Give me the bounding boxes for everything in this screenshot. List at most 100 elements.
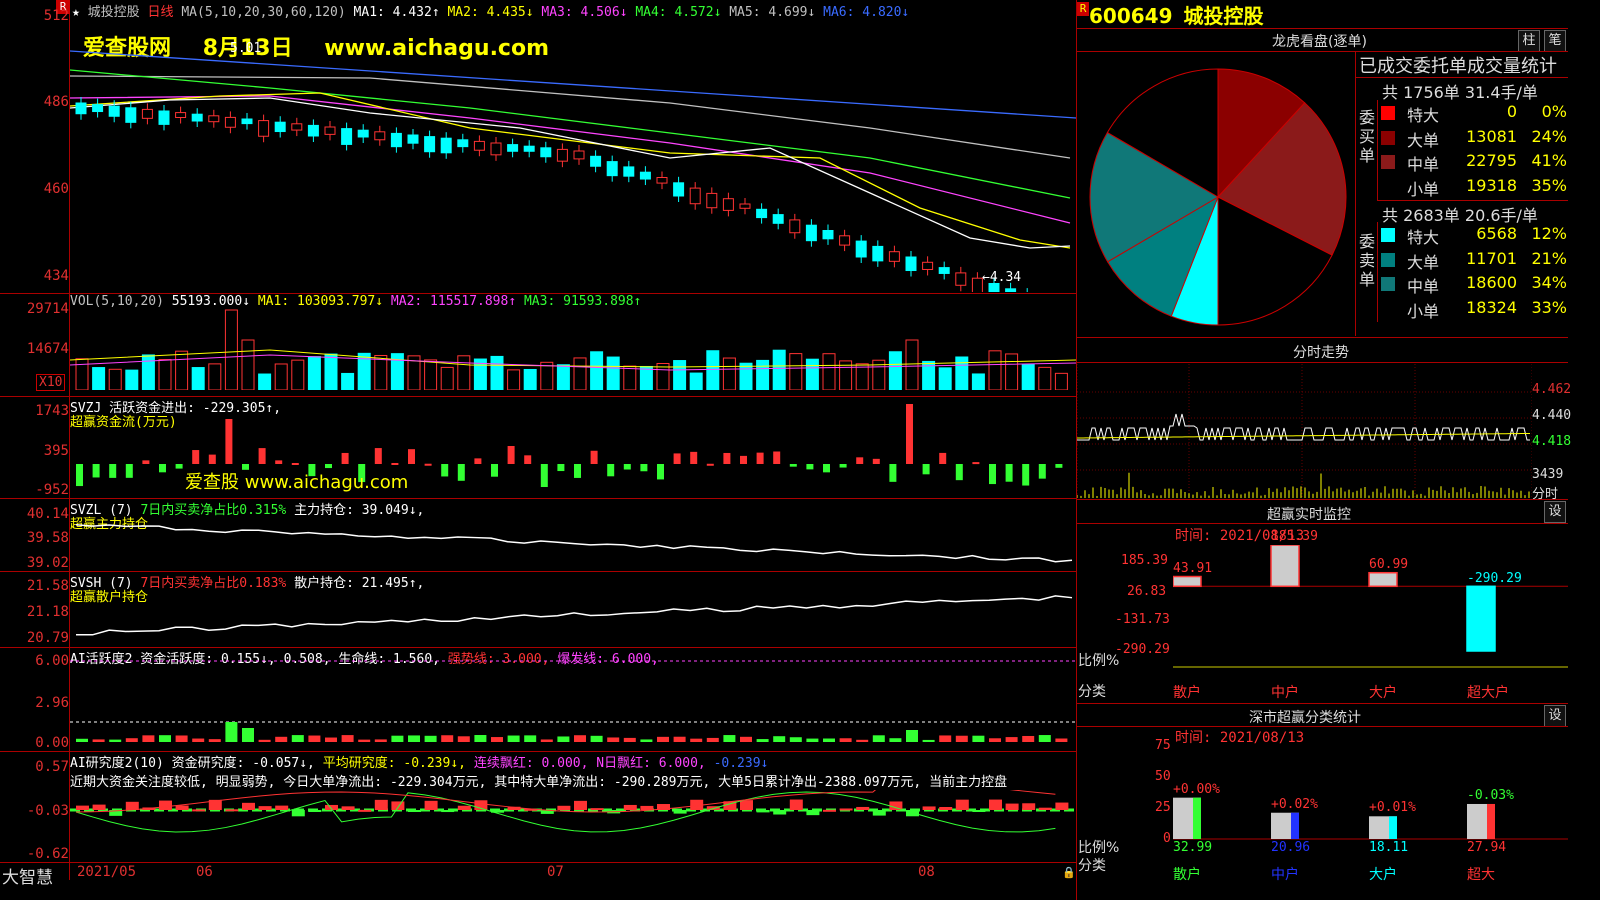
monitor-bar-value: 60.99 — [1369, 556, 1409, 572]
volume-bar — [988, 350, 1002, 390]
ai-research-bar — [955, 799, 969, 810]
shenshi-axis-4: 0 — [1163, 831, 1171, 846]
svzl-axis-1: 40.14 — [26, 506, 69, 522]
svzj-bar — [823, 464, 830, 473]
fenshi-chart[interactable] — [1077, 364, 1532, 498]
svzj-bar — [574, 464, 581, 478]
ai-active-bar — [856, 739, 869, 742]
volume-bar — [573, 357, 587, 390]
price-chart[interactable] — [70, 18, 1076, 292]
buy-row-volume: 19318 — [1466, 175, 1517, 195]
price-axis-4: 434 — [43, 268, 69, 284]
svsh-chart[interactable] — [70, 573, 1076, 645]
candle-body — [407, 134, 419, 144]
volume-chart[interactable] — [70, 305, 1076, 390]
vol-axis-1: 29714 — [26, 301, 69, 317]
ai-research-bar — [972, 810, 986, 812]
candle-body — [855, 240, 867, 258]
volume-bar — [1021, 363, 1035, 390]
shenshi-bar-label: 超大 — [1467, 867, 1495, 883]
volume-bar — [457, 355, 471, 390]
svsh-axis-2: 21.18 — [26, 604, 69, 620]
ma-line-1 — [70, 50, 1076, 119]
ai-active-bar — [125, 738, 138, 742]
volume-bar — [639, 365, 653, 390]
candle-body — [274, 121, 286, 133]
candle-body — [75, 102, 87, 115]
ai-research-axis-2: -0.03 — [26, 803, 69, 819]
candle-body — [639, 171, 651, 180]
date-tick-2: 06 — [196, 864, 213, 880]
ai-active-bar — [391, 735, 404, 742]
volume-bar — [307, 356, 321, 390]
ai-active-bar — [1055, 738, 1068, 742]
monitor-bar — [1270, 545, 1300, 588]
volume-bar — [673, 360, 687, 390]
svzj-bar — [740, 455, 747, 464]
monitor-bar-label: 中户 — [1271, 685, 1299, 701]
ai-active-bar — [258, 739, 271, 742]
ai-active-bar — [607, 737, 620, 742]
sell-row-percent: 21% — [1531, 248, 1567, 268]
ai-research-chart[interactable] — [70, 790, 1076, 862]
volume-bar — [424, 359, 438, 390]
shenshi-bar-label: 大户 — [1369, 867, 1397, 883]
ai-active-bar — [789, 737, 802, 742]
buy-summary: 共 1756单 31.4手/单 — [1382, 83, 1538, 102]
ai-active-bar — [524, 735, 537, 742]
volume-bar — [789, 353, 803, 390]
candle-body — [656, 177, 668, 184]
ai-active-chart[interactable] — [70, 650, 1076, 750]
shenshi-settings-button[interactable]: 设 — [1544, 705, 1566, 727]
lock-icon[interactable]: 🔒 — [1062, 866, 1076, 879]
svzj-axis-1: 1743 — [35, 403, 69, 419]
ai-research-bar — [623, 804, 637, 810]
buy-row-name: 小单 — [1407, 179, 1440, 199]
ai-research-bar — [773, 810, 787, 815]
candle-body — [258, 120, 270, 137]
volume-bar — [440, 366, 454, 390]
ma-line-2 — [70, 75, 1071, 159]
sell-row-swatch — [1381, 228, 1395, 242]
ai-active-bar — [972, 735, 985, 742]
ai-active-bar — [955, 735, 968, 742]
svzl-chart[interactable] — [70, 500, 1076, 570]
sell-row-swatch — [1381, 277, 1395, 291]
candle-body — [241, 118, 253, 125]
candle-body — [673, 182, 685, 197]
buy-row-volume: 13081 — [1466, 126, 1517, 146]
volume-bar — [125, 369, 139, 390]
vol-unit: X10 — [36, 374, 66, 391]
pen-mode-button[interactable]: 笔 — [1544, 30, 1566, 52]
price-axis-2: 486 — [43, 94, 69, 110]
monitor-settings-button[interactable]: 设 — [1544, 501, 1566, 523]
ai-research-bar — [159, 800, 172, 810]
date-tick-1: 2021/05 — [77, 864, 137, 880]
volume-bar — [971, 373, 985, 390]
svzj-bar — [125, 464, 133, 478]
longhu-pie-chart[interactable] — [1083, 62, 1353, 332]
main-chart-area[interactable]: R ★ 城投控股 日线 MA(5,10,20,30,60,120) MA1: 4… — [0, 0, 1077, 900]
volume-bar — [490, 355, 504, 390]
sidebar: R 600649 城投控股 龙虎看盘(逐单) 柱 笔 已成交委托单成交量统计 共… — [1077, 0, 1571, 900]
ai-active-bar — [872, 735, 885, 742]
svzj-bar — [441, 464, 449, 477]
volume-bar — [374, 354, 388, 390]
shenshi-ratio-label: 比例% — [1078, 840, 1120, 856]
volume-bar — [1038, 366, 1052, 390]
ai-active-bar — [374, 739, 387, 742]
stock-code: 600649 — [1089, 4, 1173, 28]
ai-research-bar — [640, 805, 654, 810]
buy-row-percent: 0% — [1541, 102, 1567, 121]
volume-bar — [739, 362, 753, 390]
svzl-axis-3: 39.02 — [26, 555, 69, 571]
ai-active-bar — [690, 738, 703, 742]
bar-mode-button[interactable]: 柱 — [1518, 30, 1540, 52]
volume-bar — [590, 351, 604, 390]
ai-research-bar — [441, 810, 455, 813]
buy-label: 委买单 — [1359, 108, 1376, 165]
monitor-axis-2: 26.83 — [1127, 584, 1167, 599]
vol-axis-2: 14674 — [26, 341, 69, 357]
candle-body — [473, 140, 485, 151]
svzj-axis-2: 395 — [43, 443, 69, 459]
